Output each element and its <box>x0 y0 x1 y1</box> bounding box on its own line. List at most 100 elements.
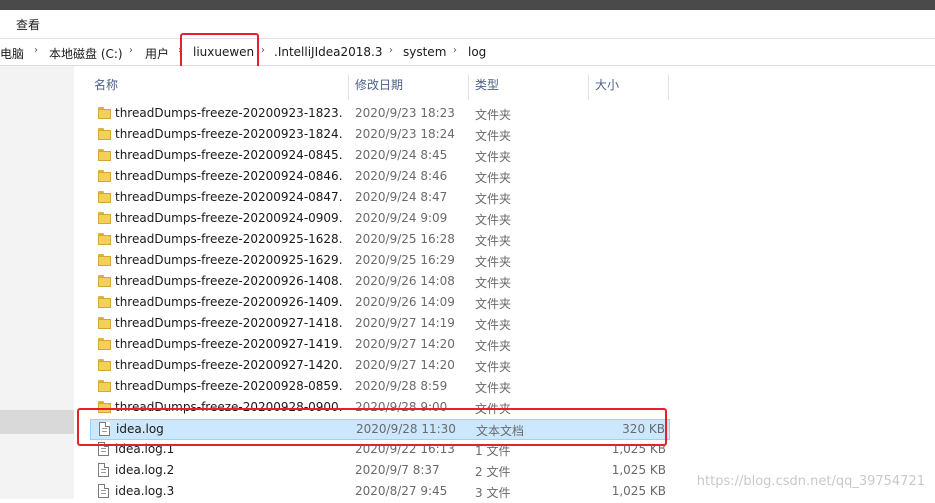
cell-date: 2020/9/27 14:19 <box>355 316 455 330</box>
menu-view[interactable]: 查看 <box>16 16 40 33</box>
cell-date: 2020/9/27 14:20 <box>355 358 455 372</box>
column-header-date[interactable]: 修改日期 <box>355 76 403 98</box>
cell-type: 文件夹 <box>475 297 512 311</box>
folder-icon <box>98 380 111 392</box>
table-row[interactable]: threadDumps-freeze-20200927-1418... 2020/… <box>90 314 670 335</box>
cell-type: 文件夹 <box>475 129 512 143</box>
navigation-pane[interactable] <box>0 66 74 499</box>
cell-type: 文件夹 <box>475 255 512 269</box>
column-divider[interactable] <box>468 74 469 100</box>
chevron-right-icon[interactable]: › <box>453 45 457 56</box>
column-divider[interactable] <box>348 74 349 100</box>
address-bar[interactable]: 电脑 › 本地磁盘 (C:) › 用户 › liuxuewen › .Intel… <box>0 40 935 66</box>
folder-icon <box>98 275 111 287</box>
cell-date: 2020/9/24 9:09 <box>355 211 448 225</box>
table-row[interactable]: threadDumps-freeze-20200924-0845... 2020/… <box>90 146 670 167</box>
column-divider[interactable] <box>588 74 589 100</box>
cell-name: threadDumps-freeze-20200924-0845... <box>115 148 343 162</box>
cell-name: threadDumps-freeze-20200923-1823... <box>115 106 343 120</box>
cell-date: 2020/9/24 8:47 <box>355 190 448 204</box>
cell-date: 2020/9/26 14:09 <box>355 295 455 309</box>
folder-icon <box>98 191 111 203</box>
text-file-icon <box>98 463 109 478</box>
cell-name: idea.log.2 <box>115 463 175 477</box>
cell-name: threadDumps-freeze-20200926-1409... <box>115 295 343 309</box>
table-row[interactable]: threadDumps-freeze-20200924-0847... 2020/… <box>90 188 670 209</box>
table-row[interactable]: threadDumps-freeze-20200925-1628... 2020/… <box>90 230 670 251</box>
table-row[interactable]: idea.log.2 2020/9/7 8:37 2 文件 1,025 KB <box>90 461 670 482</box>
table-row[interactable]: threadDumps-freeze-20200925-1629... 2020/… <box>90 251 670 272</box>
chevron-right-icon[interactable]: › <box>129 45 133 56</box>
cell-date: 2020/8/27 9:45 <box>355 484 448 498</box>
chevron-right-icon[interactable]: › <box>389 45 393 56</box>
table-row[interactable]: threadDumps-freeze-20200923-1823... 2020/… <box>90 104 670 125</box>
breadcrumb-computer[interactable]: 电脑 <box>0 45 24 62</box>
breadcrumb-system[interactable]: system <box>403 45 446 59</box>
cell-name: threadDumps-freeze-20200927-1420... <box>115 358 343 372</box>
cell-name: threadDumps-freeze-20200925-1629... <box>115 253 343 267</box>
cell-name: threadDumps-freeze-20200925-1628... <box>115 232 343 246</box>
table-row[interactable]: threadDumps-freeze-20200927-1420... 2020/… <box>90 356 670 377</box>
folder-icon <box>98 233 111 245</box>
table-row[interactable]: threadDumps-freeze-20200924-0846... 2020/… <box>90 167 670 188</box>
cell-type: 文件夹 <box>475 318 512 332</box>
cell-name: threadDumps-freeze-20200924-0847... <box>115 190 343 204</box>
chevron-right-icon[interactable]: › <box>261 45 265 56</box>
cell-name: idea.log.3 <box>115 484 175 498</box>
table-row[interactable]: threadDumps-freeze-20200924-0909... 2020/… <box>90 209 670 230</box>
cell-date: 2020/9/24 8:45 <box>355 148 448 162</box>
cell-date: 2020/9/23 18:24 <box>355 127 455 141</box>
cell-date: 2020/9/24 8:46 <box>355 169 448 183</box>
watermark: https://blog.csdn.net/qq_39754721 <box>696 474 925 489</box>
text-file-icon <box>98 484 109 499</box>
cell-date: 2020/9/26 14:08 <box>355 274 455 288</box>
table-row[interactable]: threadDumps-freeze-20200927-1419... 2020/… <box>90 335 670 356</box>
cell-size: 1,025 KB <box>611 463 666 477</box>
cell-name: threadDumps-freeze-20200927-1419... <box>115 337 343 351</box>
folder-icon <box>98 128 111 140</box>
cell-type: 文件夹 <box>475 234 512 248</box>
cell-type: 文件夹 <box>475 381 512 395</box>
cell-type: 2 文件 <box>475 465 511 479</box>
breadcrumb-log[interactable]: log <box>468 45 486 59</box>
folder-icon <box>98 107 111 119</box>
folder-icon <box>98 212 111 224</box>
cell-type: 文件夹 <box>475 213 512 227</box>
folder-icon <box>98 254 111 266</box>
cell-name: threadDumps-freeze-20200924-0846... <box>115 169 343 183</box>
breadcrumb-users[interactable]: 用户 <box>145 45 169 62</box>
cell-type: 文件夹 <box>475 150 512 164</box>
folder-icon <box>98 317 111 329</box>
breadcrumb-local-disk[interactable]: 本地磁盘 (C:) <box>49 45 123 62</box>
column-header-type[interactable]: 类型 <box>475 76 499 98</box>
cell-type: 文件夹 <box>475 192 512 206</box>
table-row[interactable]: threadDumps-freeze-20200923-1824... 2020/… <box>90 125 670 146</box>
table-row[interactable]: threadDumps-freeze-20200926-1408... 2020/… <box>90 272 670 293</box>
cell-type: 文件夹 <box>475 171 512 185</box>
table-row[interactable]: threadDumps-freeze-20200926-1409... 2020/… <box>90 293 670 314</box>
cell-name: threadDumps-freeze-20200927-1418... <box>115 316 343 330</box>
chevron-right-icon[interactable]: › <box>34 45 38 56</box>
cell-size: 1,025 KB <box>611 484 666 498</box>
cell-date: 2020/9/25 16:29 <box>355 253 455 267</box>
cell-type: 文件夹 <box>475 108 512 122</box>
column-header-size[interactable]: 大小 <box>595 76 619 98</box>
cell-name: threadDumps-freeze-20200924-0909... <box>115 211 343 225</box>
cell-date: 2020/9/7 8:37 <box>355 463 440 477</box>
menu-bar: 查看 <box>0 10 935 39</box>
cell-name: threadDumps-freeze-20200923-1824... <box>115 127 343 141</box>
column-header-name[interactable]: 名称 <box>94 76 118 98</box>
cell-date: 2020/9/25 16:28 <box>355 232 455 246</box>
table-row[interactable]: threadDumps-freeze-20200928-0859... 2020/… <box>90 377 670 398</box>
table-row[interactable]: idea.log.3 2020/8/27 9:45 3 文件 1,025 KB <box>90 482 670 503</box>
folder-icon <box>98 170 111 182</box>
column-divider[interactable] <box>668 74 669 100</box>
navigation-selected-item[interactable] <box>0 410 74 434</box>
cell-date: 2020/9/28 8:59 <box>355 379 448 393</box>
highlight-box-idea-log <box>77 408 667 446</box>
breadcrumb-intellij[interactable]: .IntelliJIdea2018.3 <box>274 45 382 59</box>
cell-name: threadDumps-freeze-20200928-0859... <box>115 379 343 393</box>
folder-icon <box>98 338 111 350</box>
cell-type: 文件夹 <box>475 360 512 374</box>
folder-icon <box>98 149 111 161</box>
